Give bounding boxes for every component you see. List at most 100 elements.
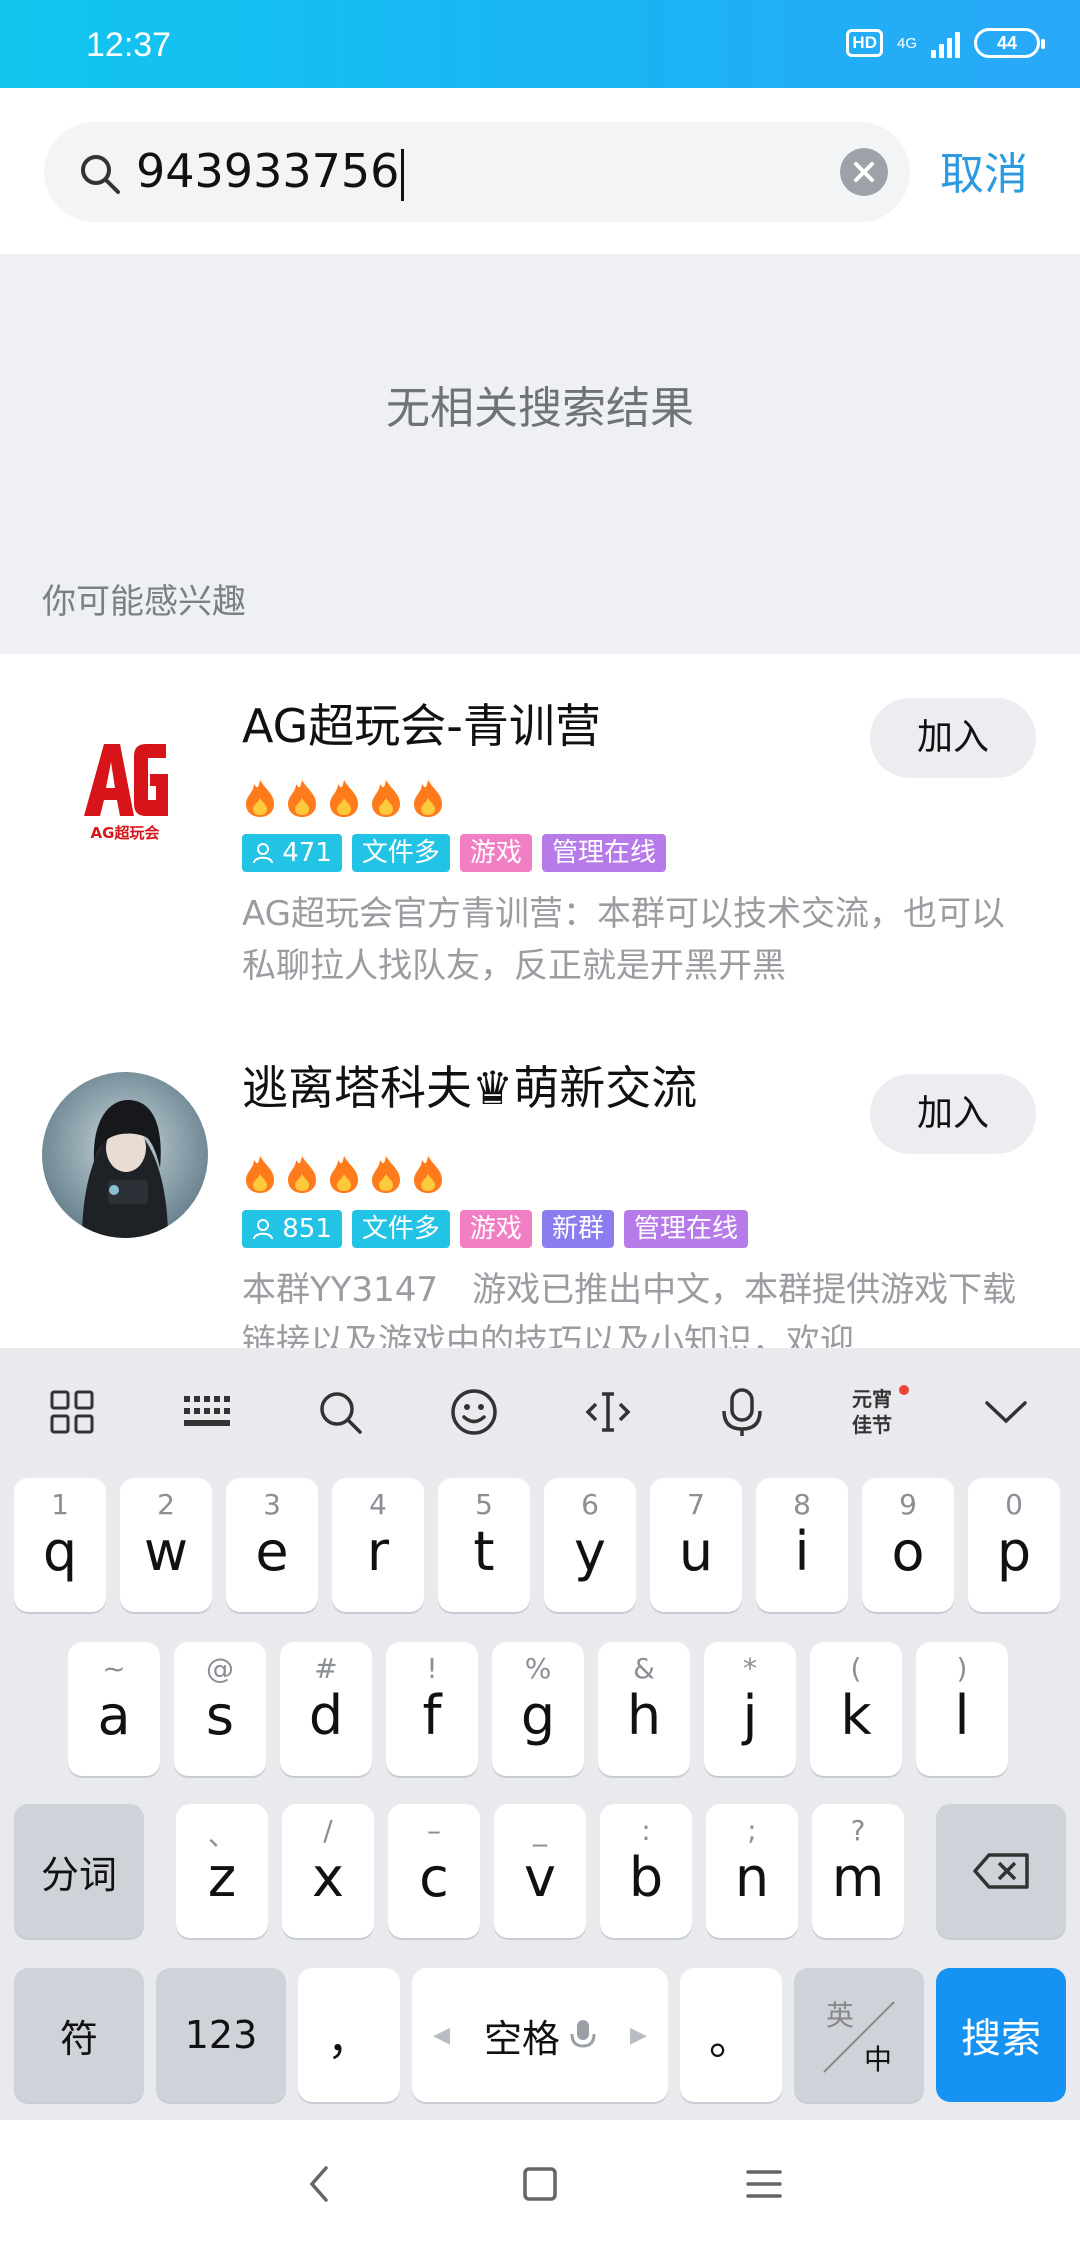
key-label: e (255, 1520, 289, 1583)
key-secondary-label: 4 (369, 1488, 387, 1521)
back-icon[interactable] (296, 2160, 344, 2208)
key-a[interactable]: ~ a (68, 1642, 160, 1776)
key-label: u (678, 1520, 714, 1583)
key-v[interactable]: _ v (494, 1804, 586, 1938)
tag-admin-online: 管理在线 (623, 1210, 748, 1248)
search-icon[interactable] (312, 1384, 368, 1440)
home-icon[interactable] (516, 2160, 564, 2208)
key-secondary-label: ~ (102, 1652, 126, 1685)
keyboard-layout-icon[interactable] (178, 1384, 234, 1440)
language-switch-key[interactable]: 英 中 (794, 1968, 924, 2102)
key-secondary-label: 9 (899, 1488, 917, 1521)
text-caret (401, 148, 405, 201)
list-item[interactable]: 逃离塔科夫♛萌新交流 851 文件多 游戏 新群 管理在线 本群YY3147 游… (0, 1030, 1080, 1348)
key-g[interactable]: % g (492, 1642, 584, 1776)
key-o[interactable]: 9o (862, 1478, 954, 1612)
grid-menu-icon[interactable] (44, 1384, 100, 1440)
key-j[interactable]: * j (704, 1642, 796, 1776)
key-secondary-label: 0 (1005, 1488, 1023, 1521)
cursor-move-icon[interactable] (580, 1384, 636, 1440)
key-u[interactable]: 7u (650, 1478, 742, 1612)
key-q[interactable]: 1q (14, 1478, 106, 1612)
microphone-icon[interactable] (714, 1384, 770, 1440)
key-secondary-label: ) (956, 1652, 968, 1685)
tag-game: 游戏 (459, 834, 532, 872)
no-result-message: 无相关搜索结果 (386, 383, 694, 434)
group-description: AG超玩会官方青训营：本群可以技术交流，也可以私聊拉人找队友，反正就是开黑开黑 (242, 894, 1006, 986)
key-t[interactable]: 5t (438, 1478, 530, 1612)
key-secondary-label: ; (747, 1814, 757, 1847)
key-m[interactable]: ? m (812, 1804, 904, 1938)
key-k[interactable]: (k (810, 1642, 902, 1776)
space-key[interactable]: ◀ 空格 ▶ (412, 1968, 668, 2102)
key-x[interactable]: / x (282, 1804, 374, 1938)
cancel-button[interactable]: 取消 (940, 138, 1028, 202)
key-l[interactable]: ) l (916, 1642, 1008, 1776)
group-title[interactable]: 逃离塔科夫♛萌新交流 (242, 1052, 697, 1118)
search-header: 943933756 取消 (0, 88, 1080, 254)
period-key[interactable]: 。 (680, 1968, 782, 2102)
caret-left-icon: ◀ (433, 2022, 450, 2048)
status-bar: 12:37 HD 4G 44 (0, 0, 1080, 88)
key-i[interactable]: 8i (756, 1478, 848, 1612)
key-d[interactable]: # d (280, 1642, 372, 1776)
svg-text:佳节: 佳节 (852, 1413, 892, 1437)
search-key[interactable]: 搜索 (936, 1968, 1066, 2102)
fenci-key[interactable]: 分词 (14, 1804, 144, 1938)
key-b[interactable]: :b (600, 1804, 692, 1938)
numbers-key[interactable]: 123 (156, 1968, 286, 2102)
tag-admin-online: 管理在线 (541, 834, 666, 872)
fire-icon (288, 780, 316, 817)
key-secondary-label: % (524, 1652, 552, 1685)
join-button[interactable]: 加入 (870, 698, 1036, 778)
key-label: m (831, 1846, 885, 1909)
festival-logo-icon[interactable]: 元宵 佳节 (846, 1384, 910, 1440)
keyboard-toolbar: 元宵 佳节 (0, 1348, 1080, 1476)
key-s[interactable]: @ s (174, 1642, 266, 1776)
key-c[interactable]: – c (388, 1804, 480, 1938)
key-h[interactable]: & h (598, 1642, 690, 1776)
soft-keyboard: 元宵 佳节 1q2w3e4r5t6y7u8i9o0p ~ a @ s # d! f% g & h *… (0, 1348, 1080, 2120)
key-y[interactable]: 6y (544, 1478, 636, 1612)
key-z[interactable]: 、 z (176, 1804, 268, 1938)
battery-icon: 44 (974, 28, 1045, 58)
microphone-icon (570, 2020, 596, 2048)
key-label: c (419, 1846, 449, 1909)
navigation-bar (0, 2120, 1080, 2248)
key-r[interactable]: 4r (332, 1478, 424, 1612)
search-query[interactable]: 943933756 (136, 144, 405, 201)
group-title[interactable]: AG超玩会-青训营 (242, 690, 601, 756)
key-e[interactable]: 3e (226, 1478, 318, 1612)
menu-icon[interactable] (740, 2160, 788, 2208)
empty-state: 无相关搜索结果 你可能感兴趣 (0, 254, 1080, 654)
key-p[interactable]: 0p (968, 1478, 1060, 1612)
search-icon (81, 155, 120, 194)
person-icon (253, 1219, 273, 1240)
key-n[interactable]: ; n (706, 1804, 798, 1938)
key-label: g (520, 1684, 556, 1747)
status-icons: HD 4G 44 (846, 28, 1045, 58)
search-input[interactable]: 943933756 (44, 122, 910, 222)
key-f[interactable]: ! f (386, 1642, 478, 1776)
key-label: t (473, 1520, 495, 1583)
comma-key[interactable]: ， (298, 1968, 400, 2102)
emoji-icon[interactable] (446, 1384, 502, 1440)
chevron-down-icon[interactable] (978, 1384, 1034, 1440)
key-label: l (954, 1684, 970, 1747)
clear-icon[interactable] (840, 148, 888, 196)
member-count-tag: 471 (242, 834, 342, 872)
key-label: j (742, 1684, 758, 1747)
key-label: x (312, 1846, 344, 1909)
backspace-key[interactable] (936, 1804, 1066, 1938)
key-secondary-label: – (427, 1814, 441, 1847)
avatar-logo-text: AG超玩会 (91, 824, 160, 842)
fire-icon (414, 780, 442, 817)
fire-icon (288, 1156, 316, 1193)
key-w[interactable]: 2w (120, 1478, 212, 1612)
symbol-key[interactable]: 符 (14, 1968, 144, 2102)
list-item[interactable]: AG超玩会 AG超玩会-青训营 471 文件多 游戏 管理在线 AG超玩会官方青… (0, 654, 1080, 1030)
key-label: f (422, 1684, 442, 1747)
join-button[interactable]: 加入 (870, 1074, 1036, 1154)
activity-rating (242, 778, 446, 818)
person-icon (253, 843, 273, 864)
